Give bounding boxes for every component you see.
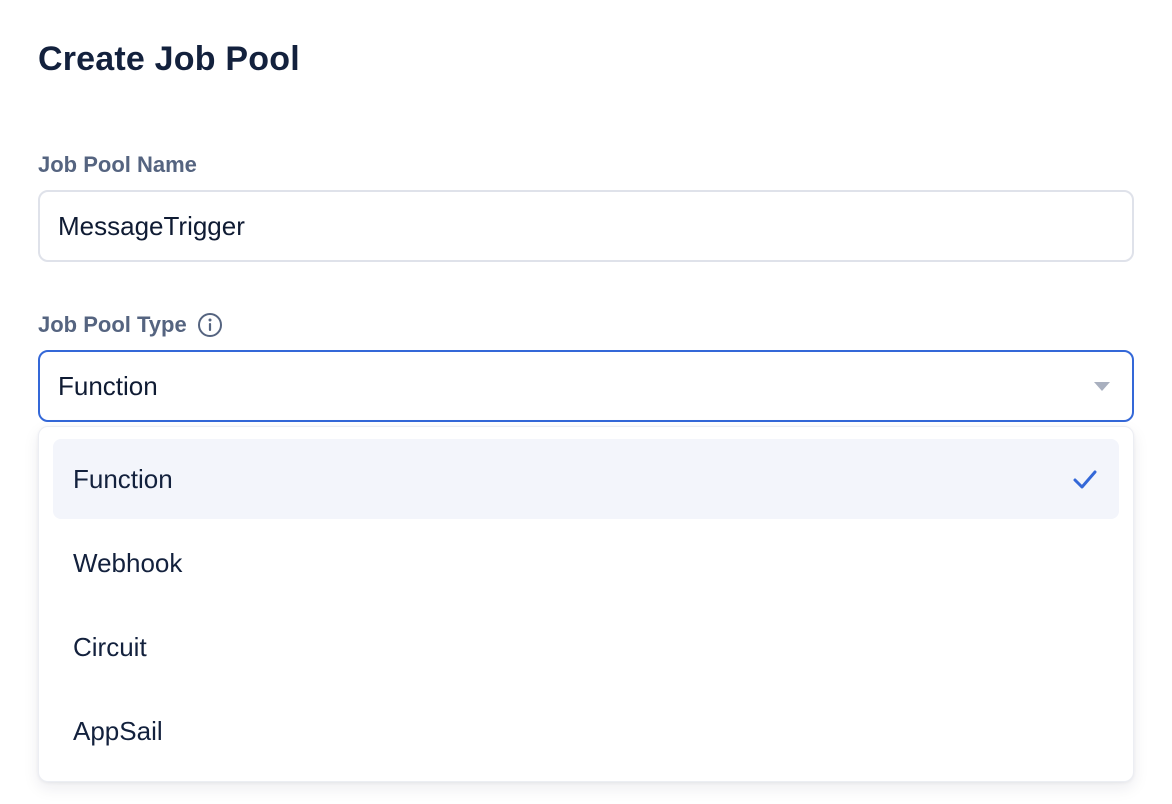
dropdown-option-circuit[interactable]: Circuit: [53, 607, 1119, 687]
job-pool-name-label: Job Pool Name: [38, 152, 197, 177]
job-pool-type-label-row: Job Pool Type: [38, 312, 223, 338]
job-pool-type-label: Job Pool Type: [38, 312, 187, 337]
option-label: Webhook: [73, 547, 183, 578]
dropdown-option-appsail[interactable]: AppSail: [53, 691, 1119, 771]
option-label: Function: [73, 463, 173, 494]
job-pool-type-select[interactable]: Function: [38, 350, 1134, 422]
dropdown-option-function[interactable]: Function: [53, 439, 1119, 519]
dropdown-option-webhook[interactable]: Webhook: [53, 523, 1119, 603]
job-pool-type-dropdown: Function Webhook Circuit AppSail: [38, 426, 1134, 782]
option-label: AppSail: [73, 715, 163, 746]
info-icon[interactable]: [197, 312, 223, 338]
caret-down-icon: [1094, 381, 1110, 391]
job-pool-name-input[interactable]: [38, 190, 1134, 262]
page-title: Create Job Pool: [38, 40, 300, 78]
check-icon: [1071, 465, 1099, 493]
option-label: Circuit: [73, 631, 147, 662]
job-pool-type-selected-value: Function: [58, 370, 158, 401]
